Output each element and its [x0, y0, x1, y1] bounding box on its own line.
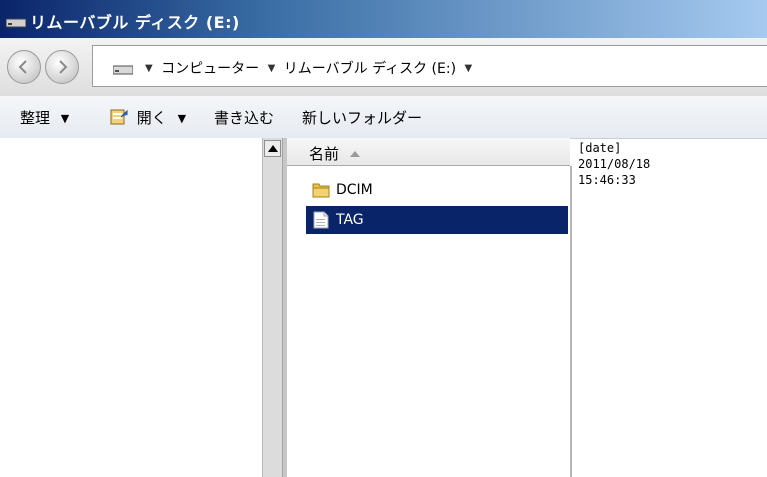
drive-icon — [112, 61, 134, 80]
navigation-pane[interactable] — [0, 138, 262, 477]
list-item[interactable]: TAG — [306, 206, 568, 234]
breadcrumb-removable-disk[interactable]: リムーバブル ディスク (E:) — [284, 61, 456, 77]
breadcrumb-arrow-icon[interactable]: ▼ — [465, 63, 473, 74]
date-value: 2011/08/18 — [578, 157, 651, 171]
drive-icon — [5, 14, 27, 28]
command-bar: 整理 ▼ 開く ▼ 書き込む 新しいフォルダー — [0, 96, 767, 139]
file-list[interactable]: 名前 DCIM TAG — [287, 138, 570, 477]
burn-button[interactable]: 書き込む — [214, 107, 274, 128]
open-button[interactable]: 開く ▼ — [110, 107, 186, 130]
dropdown-icon: ▼ — [177, 112, 187, 125]
column-header-name[interactable]: 名前 — [287, 138, 570, 166]
organize-label: 整理 — [20, 109, 51, 127]
date-label: [date] — [578, 141, 622, 155]
file-name: TAG — [336, 212, 364, 228]
open-icon — [110, 108, 128, 130]
time-value: 15:46:33 — [578, 173, 636, 187]
back-button[interactable] — [7, 50, 41, 84]
address-bar[interactable]: ▼ コンピューター ▼ リムーバブル ディスク (E:) ▼ — [92, 45, 767, 87]
folder-icon — [312, 181, 330, 203]
open-label: 開く — [136, 109, 167, 127]
document-icon — [312, 211, 330, 233]
column-divider — [570, 166, 572, 477]
breadcrumb: ▼ コンピューター ▼ リムーバブル ディスク (E:) ▼ — [141, 58, 476, 78]
organize-button[interactable]: 整理 ▼ — [20, 107, 69, 128]
breadcrumb-computer[interactable]: コンピューター — [161, 61, 259, 77]
arrow-right-icon — [59, 60, 68, 74]
sort-ascending-icon — [349, 143, 360, 161]
forward-button[interactable] — [45, 50, 79, 84]
window-title: リムーバブル ディスク (E:) — [30, 13, 240, 32]
breadcrumb-arrow-icon[interactable]: ▼ — [268, 63, 276, 74]
list-item[interactable]: DCIM — [306, 176, 568, 204]
column-name-label: 名前 — [309, 145, 340, 163]
scroll-up-button[interactable] — [264, 140, 281, 157]
address-row: ▼ コンピューター ▼ リムーバブル ディスク (E:) ▼ — [0, 38, 767, 97]
arrow-left-icon — [18, 60, 27, 74]
file-name: DCIM — [336, 182, 373, 198]
arrow-up-icon — [268, 145, 278, 152]
breadcrumb-arrow-icon[interactable]: ▼ — [145, 63, 153, 74]
new-folder-button[interactable]: 新しいフォルダー — [302, 107, 422, 128]
title-bar[interactable]: リムーバブル ディスク (E:) — [0, 0, 767, 38]
navigation-scrollbar[interactable] — [262, 138, 282, 477]
dropdown-icon: ▼ — [60, 112, 70, 125]
details-panel: [date] 2011/08/18 15:46:33 — [578, 140, 650, 188]
